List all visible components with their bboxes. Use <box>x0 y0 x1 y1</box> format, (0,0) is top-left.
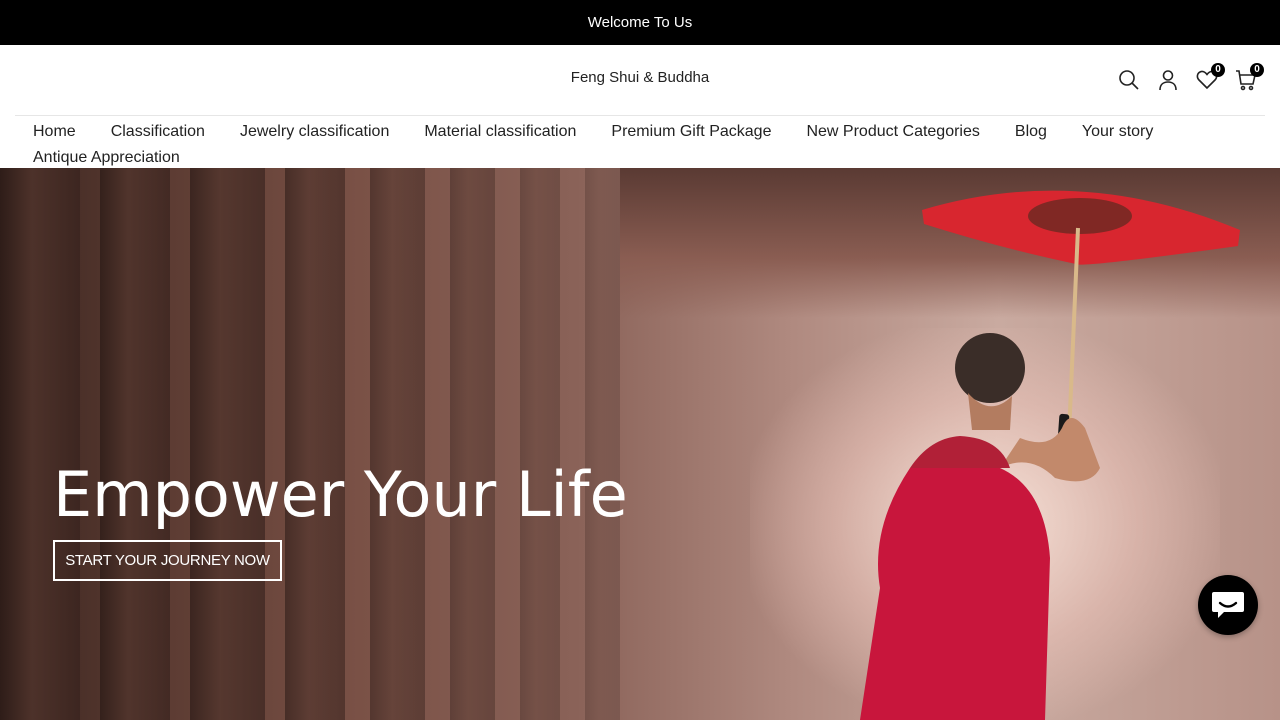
hero-banner: Empower Your Life START YOUR JOURNEY NOW <box>0 168 1280 720</box>
main-nav: Home Classification Jewelry classificati… <box>15 115 1265 171</box>
nav-item-home[interactable]: Home <box>33 119 76 145</box>
nav-item-new-product-categories[interactable]: New Product Categories <box>806 119 979 145</box>
wishlist-button[interactable]: 0 <box>1195 63 1225 94</box>
announcement-text: Welcome To Us <box>587 14 693 31</box>
hero-pillar <box>100 168 170 720</box>
monk-with-umbrella-image <box>860 190 1240 720</box>
hero-pillar <box>585 168 620 720</box>
chat-button[interactable] <box>1198 575 1258 635</box>
start-journey-button[interactable]: START YOUR JOURNEY NOW <box>53 540 282 581</box>
site-logo[interactable]: Feng Shui & Buddha <box>0 69 1280 86</box>
account-button[interactable] <box>1156 66 1180 94</box>
nav-item-your-story[interactable]: Your story <box>1082 119 1153 145</box>
umbrella-hub <box>1028 198 1132 234</box>
user-icon <box>1159 70 1177 91</box>
header-icons: 0 0 <box>1117 63 1264 94</box>
chat-icon <box>1212 592 1244 618</box>
hero-pillar <box>190 168 265 720</box>
monk-head <box>955 333 1025 403</box>
nav-item-material-classification[interactable]: Material classification <box>424 119 576 145</box>
monk-robe <box>860 468 1050 720</box>
monk-robe-shoulder <box>910 436 1010 468</box>
cart-button[interactable]: 0 <box>1234 63 1264 94</box>
nav-item-classification[interactable]: Classification <box>111 119 205 145</box>
hero-title: Empower Your Life <box>53 458 628 531</box>
cart-count-badge: 0 <box>1250 63 1264 77</box>
hero-pillar <box>0 168 80 720</box>
hero-pillar <box>285 168 345 720</box>
site-header: Feng Shui & Buddha 0 0 <box>0 45 1280 115</box>
monk-arm <box>1000 418 1100 482</box>
nav-item-jewelry-classification[interactable]: Jewelry classification <box>240 119 389 145</box>
search-button[interactable] <box>1117 66 1141 94</box>
nav-item-blog[interactable]: Blog <box>1015 119 1047 145</box>
search-icon <box>1119 70 1139 90</box>
hero-pillar <box>370 168 425 720</box>
wishlist-count-badge: 0 <box>1211 63 1225 77</box>
hero-pillar <box>520 168 560 720</box>
announcement-bar: Welcome To Us <box>0 0 1280 45</box>
hero-pillar <box>450 168 495 720</box>
nav-item-premium-gift-package[interactable]: Premium Gift Package <box>611 119 771 145</box>
